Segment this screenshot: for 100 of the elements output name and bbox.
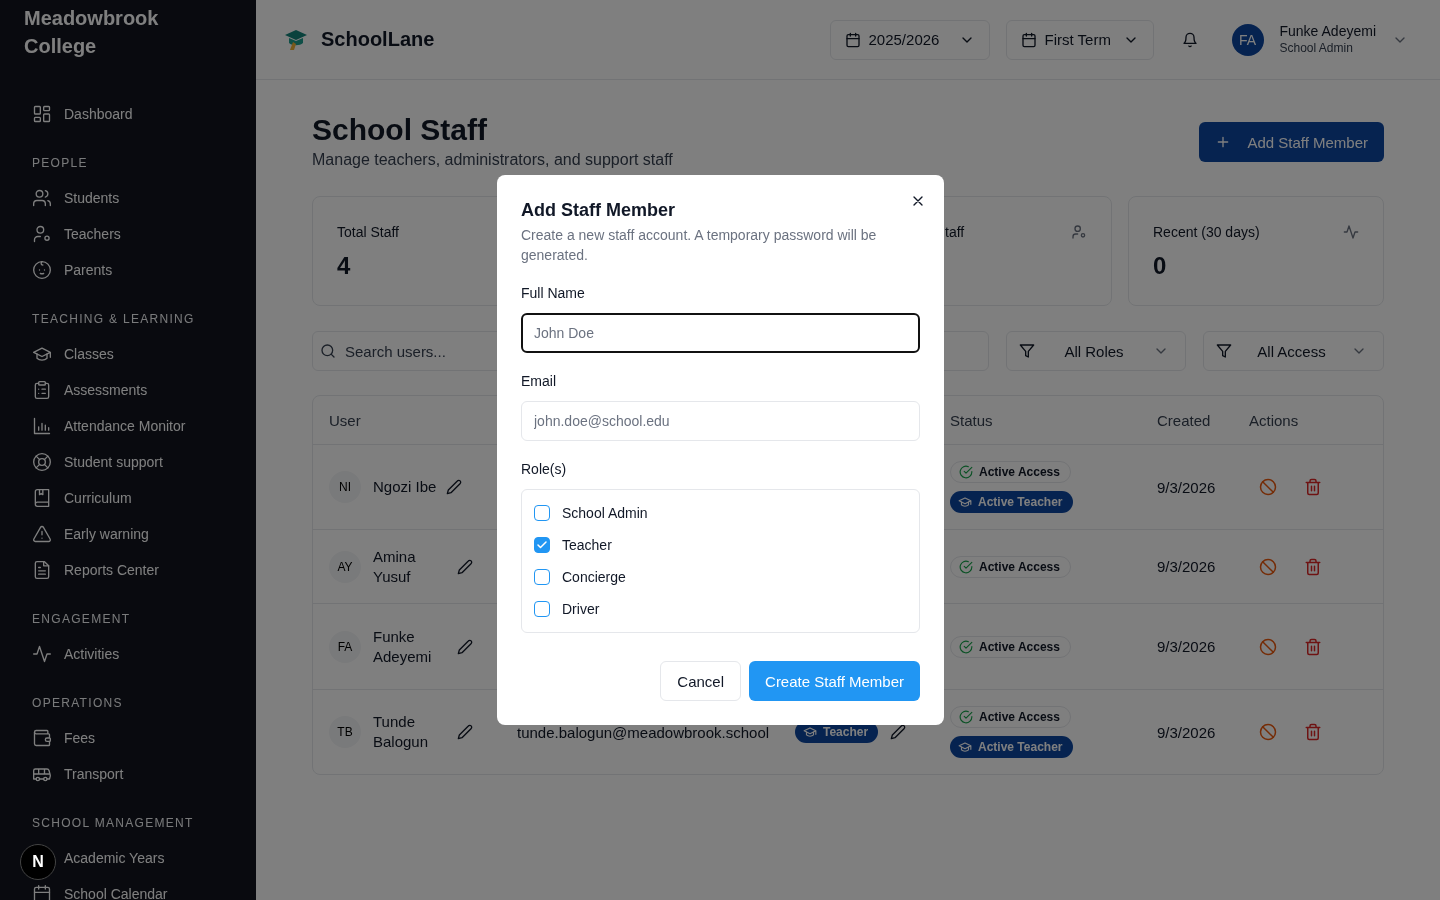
created-date: 9/3/2026 (1157, 478, 1216, 496)
user-avatar: TB (329, 716, 361, 748)
cancel-button[interactable]: Cancel (660, 661, 742, 701)
sidebar-item[interactable]: Fees (0, 720, 256, 756)
calendar-icon (32, 884, 52, 900)
graduation-cap-icon (803, 725, 817, 739)
sidebar-item[interactable]: Activities (0, 636, 256, 672)
pencil-icon (457, 638, 473, 655)
create-button[interactable]: Create Staff Member (749, 661, 920, 701)
user-name: Tunde Balogun (373, 712, 430, 752)
edit-button[interactable] (457, 558, 473, 575)
sidebar-item[interactable]: Dashboard (0, 96, 256, 132)
checkbox[interactable] (534, 601, 550, 617)
sidebar-item[interactable]: Students (0, 180, 256, 216)
document-icon (32, 560, 52, 580)
book-icon (32, 488, 52, 508)
user-avatar: FA (329, 630, 361, 663)
notifications-button[interactable] (1181, 31, 1198, 48)
revoke-button[interactable] (1259, 723, 1277, 741)
pencil-icon (446, 479, 463, 495)
wallet-icon (32, 728, 52, 748)
user-avatar: NI (329, 471, 361, 503)
sidebar-item[interactable]: Early warning (0, 516, 256, 552)
user-email: tunde.balogun@meadowbrook.school (517, 723, 770, 741)
face-icon (32, 260, 52, 280)
section-heading: SCHOOL MANAGEMENT (31, 815, 195, 832)
section-heading: TEACHING & LEARNING (31, 311, 196, 328)
checkbox[interactable] (534, 537, 550, 553)
school-name: Meadowbrook College (23, 6, 160, 59)
access-filter[interactable]: All Access (1203, 331, 1384, 371)
status-badge: Active Teacher (950, 491, 1073, 513)
column-header: Actions (1249, 411, 1300, 429)
column-header: Status (950, 411, 994, 429)
clipboard-icon (32, 380, 52, 400)
created-date: 9/3/2026 (1157, 638, 1216, 655)
user-avatar: AY (329, 550, 361, 583)
calendar-icon (844, 31, 861, 48)
sidebar-item[interactable]: Reports Center (0, 552, 256, 588)
user-name: Ngozi Ibe (373, 477, 437, 497)
filter-icon (1019, 343, 1035, 359)
role-option[interactable]: School Admin (534, 497, 652, 529)
page-subtitle: Manage teachers, administrators, and support staff (312, 150, 673, 170)
stat-label: Total Staff (337, 224, 399, 240)
checkbox[interactable] (534, 505, 550, 521)
add-staff-button[interactable]: Add Staff Member (1199, 122, 1384, 162)
sidebar-item[interactable]: Academic Years (64, 840, 256, 876)
calendar-icon (1020, 31, 1037, 48)
sidebar-item[interactable]: Transport (0, 756, 256, 792)
field-label: Full Name (521, 284, 586, 303)
field-label: Role(s) (521, 460, 568, 479)
sidebar-item[interactable]: Parents (0, 252, 256, 288)
checkbox[interactable] (534, 569, 550, 585)
section-heading: OPERATIONS (31, 695, 124, 712)
pencil-icon (890, 724, 907, 740)
user-avatar: FA (1231, 23, 1264, 56)
sidebar-item[interactable]: Classes (0, 336, 256, 372)
text-field[interactable]: John Doe (521, 313, 920, 353)
dialog-description: Create a new staff account. A temporary password will be generated. (521, 226, 878, 265)
dashboard-icon (32, 104, 52, 124)
graduation-cap-icon (958, 495, 972, 509)
sidebar-item[interactable]: Student support (0, 444, 256, 480)
term-select[interactable]: First Term (1005, 19, 1154, 60)
activity-icon (1343, 224, 1359, 240)
search-icon (320, 343, 336, 359)
role-option[interactable]: Driver (534, 593, 604, 625)
edit-roles-button[interactable] (890, 724, 907, 740)
field-label: Email (521, 372, 557, 391)
sidebar-item[interactable]: Curriculum (0, 480, 256, 516)
role-filter[interactable]: All Roles (1006, 331, 1186, 371)
check-icon (536, 539, 548, 551)
section-heading: PEOPLE (31, 155, 89, 172)
sidebar-item[interactable]: Teachers (0, 216, 256, 252)
bell-icon (1181, 31, 1198, 48)
role-option[interactable]: Teacher (534, 529, 616, 561)
pencil-icon (457, 724, 473, 740)
users-icon (32, 188, 52, 208)
app-name: SchoolLane (321, 28, 435, 51)
role-option[interactable]: Concierge (534, 561, 630, 593)
user-name: Funke Adeyemi (373, 626, 433, 667)
edit-button[interactable] (457, 724, 473, 740)
page-title: School Staff (312, 112, 488, 148)
created-date: 9/3/2026 (1157, 558, 1216, 575)
delete-button[interactable] (1304, 723, 1322, 741)
lifebuoy-icon (32, 452, 52, 472)
user-name: Funke Adeyemi (1279, 22, 1376, 40)
filter-icon (1216, 343, 1232, 359)
column-header: Created (1157, 411, 1212, 429)
ban-icon (1259, 723, 1277, 741)
status-badge: Active Teacher (950, 736, 1073, 758)
trash-icon (1304, 723, 1322, 741)
column-header: User (328, 411, 362, 429)
year-select[interactable]: 2025/2026 (829, 19, 990, 60)
sidebar-item[interactable]: Assessments (0, 372, 256, 408)
sidebar-item[interactable]: Attendance Monitor (0, 408, 256, 444)
stat-value: 0 (1153, 251, 1168, 281)
bar-chart-icon (32, 416, 52, 436)
pencil-icon (457, 558, 473, 575)
user-role: School Admin (1279, 40, 1354, 57)
edit-button[interactable] (446, 479, 463, 495)
edit-button[interactable] (457, 638, 473, 655)
